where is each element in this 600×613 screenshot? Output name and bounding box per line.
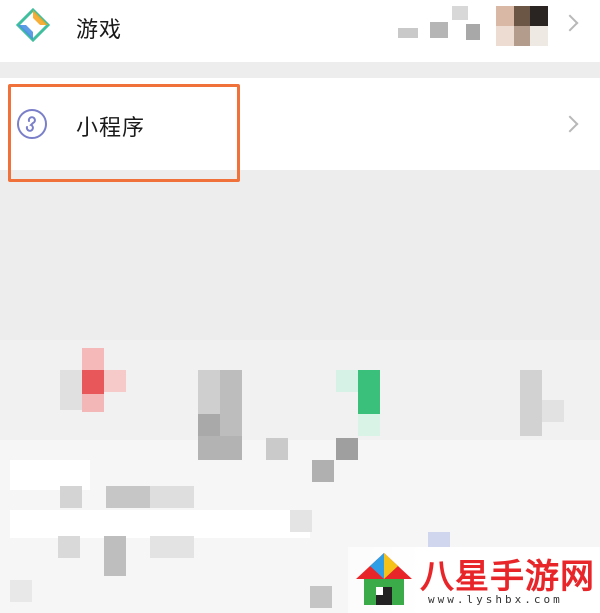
- watermark-title: 八星手游网: [420, 557, 595, 597]
- games-row[interactable]: 游戏: [0, 0, 600, 62]
- house-logo: [354, 551, 414, 609]
- watermark-banner: 八星手游网 www.lyshbx.com: [348, 547, 600, 613]
- watermark-url: www.lyshbx.com: [428, 593, 563, 606]
- game-diamond-icon: [15, 7, 51, 43]
- games-label: 游戏: [76, 18, 123, 43]
- highlight-box: [8, 84, 240, 182]
- avatar: [496, 6, 548, 46]
- chevron-right-icon: [561, 115, 579, 133]
- chevron-right-icon: [561, 14, 579, 32]
